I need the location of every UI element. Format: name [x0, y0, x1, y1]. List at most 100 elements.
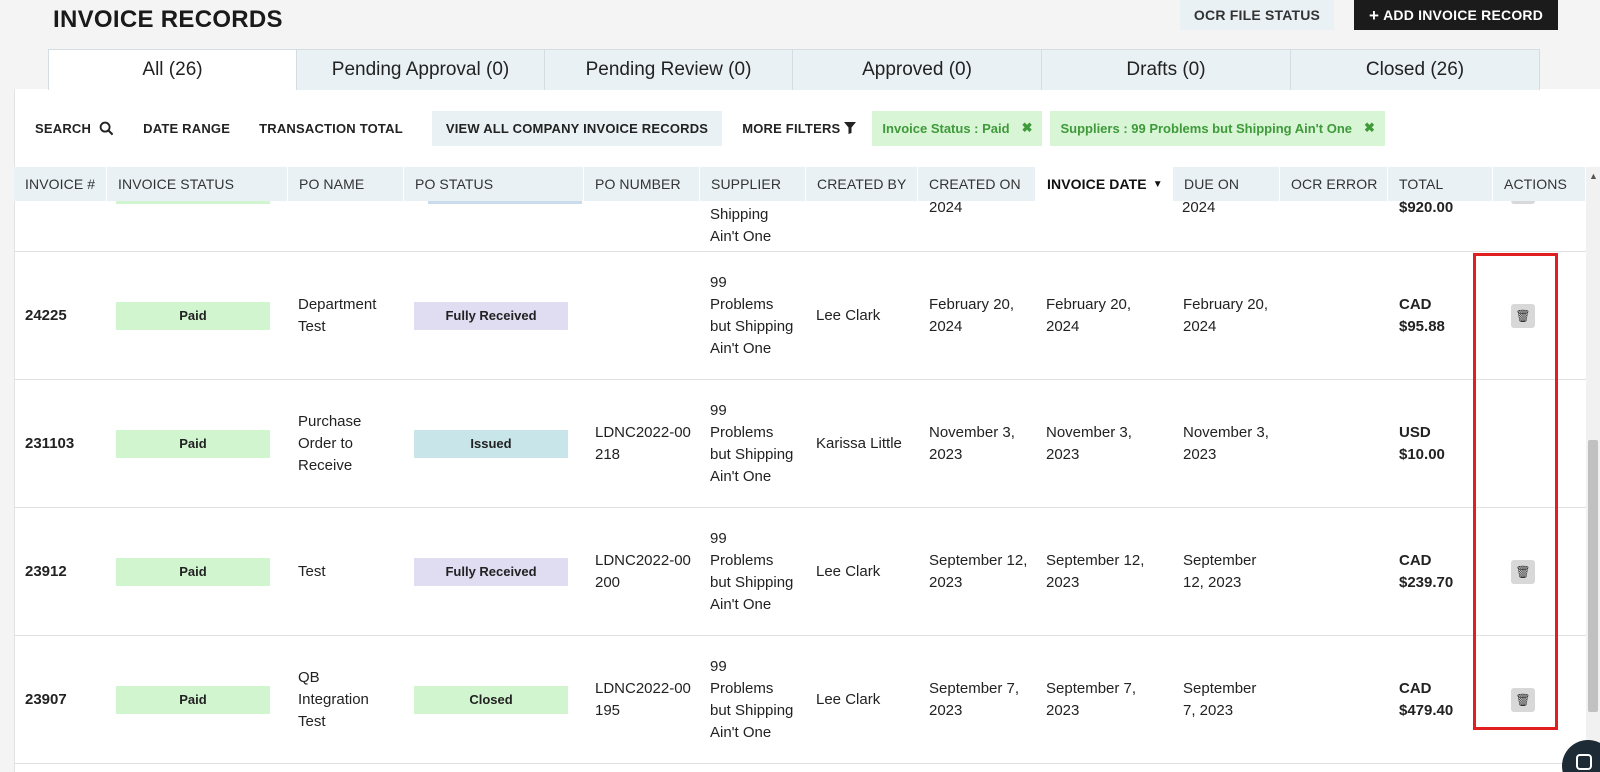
total-amount: $95.88: [1399, 318, 1445, 335]
search-icon: [99, 121, 114, 135]
ocr-error-cell: [1290, 380, 1380, 508]
created-on-cell: November 3, 2023: [929, 424, 1015, 463]
table-row[interactable]: 23907 Paid QB Integration Test Closed LD…: [14, 636, 1586, 764]
filter-icon: [844, 122, 857, 134]
supplier-cell: 99 Problems but Shipping Ain't One: [710, 274, 794, 357]
status-badge: Paid: [116, 430, 270, 458]
filter-bar: SEARCH DATE RANGE TRANSACTION TOTAL VIEW…: [35, 110, 1385, 146]
transaction-total-filter[interactable]: TRANSACTION TOTAL: [259, 121, 403, 136]
total-currency: CAD: [1399, 296, 1432, 313]
col-po-number[interactable]: PO NUMBER: [584, 167, 700, 201]
po-name-cell[interactable]: Department Test: [298, 252, 398, 380]
invoice-number-cell[interactable]: 231103: [25, 380, 74, 508]
col-created-by[interactable]: CREATED BY: [806, 167, 918, 201]
add-invoice-record-button[interactable]: + ADD INVOICE RECORD: [1354, 0, 1558, 30]
invoice-number-cell[interactable]: 24225: [25, 252, 67, 380]
col-due-on[interactable]: DUE ON: [1173, 167, 1280, 201]
due-on-cell: September 7, 2023: [1183, 680, 1257, 719]
vertical-scrollbar[interactable]: ▲: [1586, 167, 1600, 757]
view-all-company-records-button[interactable]: VIEW ALL COMPANY INVOICE RECORDS: [431, 110, 723, 146]
total-amount: $239.70: [1399, 574, 1454, 591]
due-on-cell: February 20, 2024: [1183, 296, 1269, 335]
col-supplier[interactable]: SUPPLIER: [700, 167, 806, 201]
col-total[interactable]: TOTAL: [1388, 167, 1493, 201]
status-tabs: All (26) Pending Approval (0) Pending Re…: [48, 49, 1540, 90]
col-invoice-status[interactable]: INVOICE STATUS: [107, 167, 288, 201]
total-cell: $920.00: [1399, 201, 1454, 216]
table-row[interactable]: 231103 Paid Purchase Order to Receive Is…: [14, 380, 1586, 508]
tab-closed[interactable]: Closed (26): [1290, 49, 1540, 90]
supplier-cell: Shipping Ain't One: [710, 206, 772, 245]
col-po-name[interactable]: PO NAME: [288, 167, 404, 201]
po-number-cell[interactable]: [595, 252, 695, 380]
invoice-date-cell: November 3, 2023: [1046, 424, 1132, 463]
created-by-cell: Lee Clark: [816, 691, 881, 708]
po-name-cell[interactable]: Test: [298, 508, 398, 636]
col-ocr-error[interactable]: OCR ERROR: [1280, 167, 1388, 201]
po-number-cell[interactable]: LDNC2022-00218: [595, 380, 695, 508]
table-body: Shipping Ain't One 2024 2024 $920.00 242…: [14, 201, 1586, 772]
search-filter[interactable]: SEARCH: [35, 121, 114, 136]
remove-filter-icon[interactable]: ✖: [1022, 120, 1033, 136]
supplier-cell: 99 Problems but Shipping Ain't One: [710, 402, 794, 485]
po-name-cell[interactable]: Purchase Order to Receive: [298, 380, 398, 508]
filter-chip-invoice-status: Invoice Status : Paid ✖: [872, 110, 1043, 146]
scroll-up-icon[interactable]: ▲: [1589, 171, 1598, 181]
status-badge: Paid: [116, 302, 270, 330]
tab-pending-approval[interactable]: Pending Approval (0): [296, 49, 545, 90]
table-row: Shipping Ain't One 2024 2024 $920.00: [14, 201, 1586, 252]
trash-icon[interactable]: [1511, 201, 1535, 204]
supplier-cell: 99 Problems but Shipping Ain't One: [710, 530, 794, 613]
table-header: INVOICE # INVOICE STATUS PO NAME PO STAT…: [14, 167, 1586, 201]
col-invoice-date[interactable]: INVOICE DATE ▼: [1036, 167, 1173, 201]
created-by-cell: Lee Clark: [816, 563, 881, 580]
page-title: INVOICE RECORDS: [53, 6, 283, 33]
col-created-on[interactable]: CREATED ON: [918, 167, 1036, 201]
tab-pending-review[interactable]: Pending Review (0): [544, 49, 793, 90]
created-by-cell: Karissa Little: [816, 435, 902, 452]
po-number-cell[interactable]: LDNC2022-00195: [595, 636, 695, 764]
po-number-cell[interactable]: LDNC2022-00200: [595, 508, 695, 636]
tab-approved[interactable]: Approved (0): [792, 49, 1042, 90]
chip-label: Suppliers : 99 Problems but Shipping Ain…: [1060, 120, 1352, 136]
po-status-badge: [428, 201, 582, 204]
chip-label: Invoice Status : Paid: [882, 120, 1010, 136]
due-on-cell: September 12, 2023: [1183, 552, 1257, 591]
supplier-cell: 99 Problems but Shipping Ain't One: [710, 658, 794, 741]
created-on-cell: September 7, 2023: [929, 680, 1020, 719]
created-on-cell: 2024: [929, 201, 963, 216]
status-badge: Paid: [116, 686, 270, 714]
invoice-number-cell[interactable]: 23907: [25, 636, 67, 764]
search-label: SEARCH: [35, 120, 92, 136]
more-filters-button[interactable]: MORE FILTERS: [742, 121, 857, 136]
po-status-badge: Issued: [414, 430, 568, 458]
scroll-thumb[interactable]: [1588, 440, 1598, 712]
po-name-cell[interactable]: QB Integration Test: [298, 636, 388, 764]
due-on-cell: November 3, 2023: [1183, 424, 1269, 463]
invoice-date-cell: September 7, 2023: [1046, 680, 1137, 719]
tab-all[interactable]: All (26): [48, 49, 297, 90]
created-on-cell: February 20, 2024: [929, 296, 1015, 335]
ocr-file-status-button[interactable]: OCR FILE STATUS: [1180, 0, 1334, 30]
total-currency: CAD: [1399, 680, 1432, 697]
col-invoice-number[interactable]: INVOICE #: [14, 167, 107, 201]
status-badge: [116, 201, 270, 204]
table-row[interactable]: 23912 Paid Test Fully Received LDNC2022-…: [14, 508, 1586, 636]
po-status-badge: Fully Received: [414, 558, 568, 586]
add-invoice-record-label: ADD INVOICE RECORD: [1383, 7, 1544, 23]
total-amount: $10.00: [1399, 446, 1445, 463]
date-range-filter[interactable]: DATE RANGE: [143, 121, 230, 136]
col-po-status[interactable]: PO STATUS: [404, 167, 584, 201]
po-status-badge: Fully Received: [414, 302, 568, 330]
status-badge: Paid: [116, 558, 270, 586]
invoice-number-cell[interactable]: 23912: [25, 508, 67, 636]
created-by-cell: Lee Clark: [816, 307, 881, 324]
actions-column-highlight: [1473, 253, 1558, 730]
remove-filter-icon[interactable]: ✖: [1364, 120, 1375, 136]
col-invoice-date-label: INVOICE DATE: [1047, 176, 1147, 192]
table-row[interactable]: 24225 Paid Department Test Fully Receive…: [14, 252, 1586, 380]
total-currency: CAD: [1399, 552, 1432, 569]
po-status-badge: Closed: [414, 686, 568, 714]
tab-drafts[interactable]: Drafts (0): [1041, 49, 1291, 90]
ocr-error-cell: [1290, 508, 1380, 636]
